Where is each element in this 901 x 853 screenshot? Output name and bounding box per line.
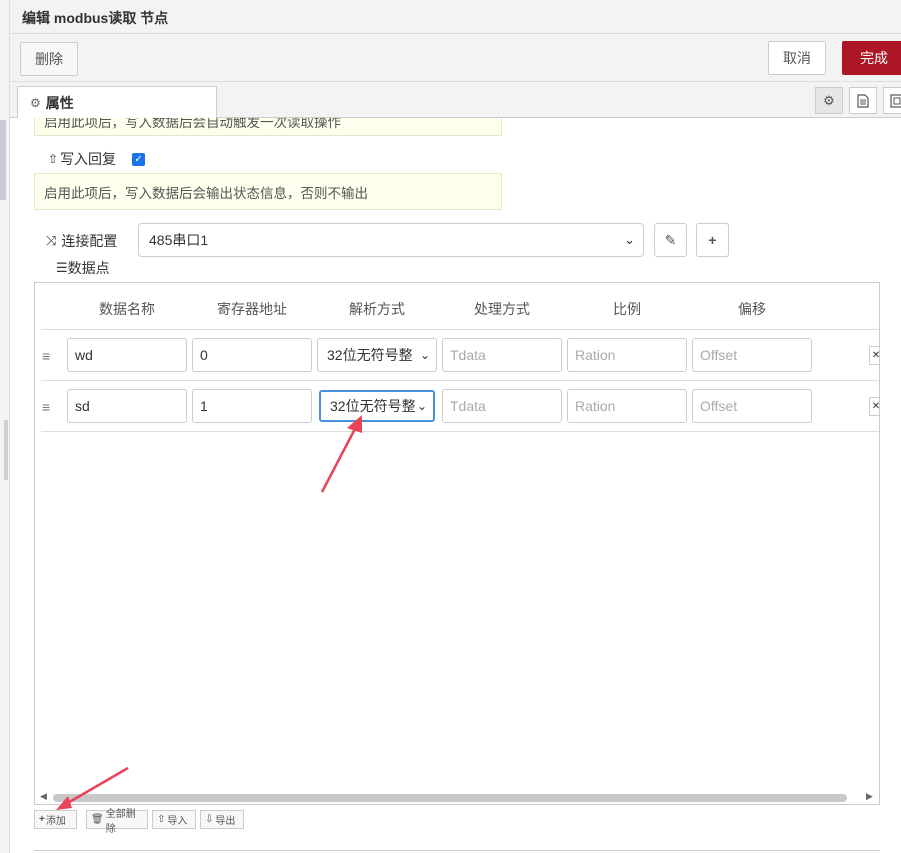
remove-row-icon[interactable]: ✕ — [869, 397, 879, 416]
remove-row-icon[interactable]: ✕ — [869, 346, 879, 365]
document-icon — [857, 93, 869, 108]
connection-select[interactable]: 485串口1 ⌄ — [138, 223, 644, 257]
add-connection-button[interactable]: + — [696, 223, 729, 257]
trash-icon: 🗑 — [91, 814, 104, 825]
upload-icon: ⇧ — [48, 152, 59, 166]
row-name-input[interactable]: sd — [67, 389, 187, 423]
list-icon: ☰ — [56, 260, 68, 275]
row-ratio-input[interactable]: Ration — [567, 389, 687, 423]
table-divider — [41, 431, 879, 432]
done-button[interactable]: 完成 — [842, 41, 901, 75]
export-button[interactable]: ⇩ 导出 — [200, 810, 244, 829]
background-editor-edge — [0, 0, 10, 853]
dialog-header: 编辑 modbus读取 节点 — [10, 0, 901, 34]
edit-connection-button[interactable]: ✎ — [654, 223, 687, 257]
connection-label: 连接配置 — [61, 233, 118, 249]
row-parse-value: 32位无符号整 — [330, 398, 416, 414]
chevron-down-icon: ⌄ — [624, 232, 635, 247]
tab-properties-label: 属性 — [45, 95, 74, 111]
chevron-down-icon: ⌄ — [416, 399, 427, 413]
node-edit-dialog: 编辑 modbus读取 节点 删除 取消 完成 ⚙ 属性 ⚙ 启用此项后，写入数… — [0, 0, 901, 853]
layout-icon — [890, 93, 901, 108]
write-reply-label: 写入回复 — [60, 151, 117, 167]
row-offset-input[interactable]: Offset — [692, 389, 812, 423]
column-header-ratio: 比例 — [613, 301, 641, 317]
row-parse-select[interactable]: 32位无符号整 ⌄ — [319, 390, 435, 422]
background-mark — [0, 120, 6, 200]
chevron-down-icon: ⌄ — [419, 348, 430, 362]
datapoints-label: 数据点 — [67, 260, 110, 276]
scroll-right-icon[interactable]: ▶ — [866, 791, 873, 802]
column-header-parse: 解析方式 — [349, 301, 405, 317]
row-process-input[interactable]: Tdata — [442, 338, 562, 372]
row-parse-value: 32位无符号整 — [327, 347, 413, 363]
row-address-input[interactable]: 1 — [192, 389, 312, 423]
row-ratio-input[interactable]: Ration — [567, 338, 687, 372]
row-process-input[interactable]: Tdata — [442, 389, 562, 423]
row-offset-input[interactable]: Offset — [692, 338, 812, 372]
table-divider — [41, 380, 879, 381]
connection-row: ⤨ 连接配置 — [46, 231, 117, 251]
scroll-left-icon[interactable]: ◀ — [40, 791, 47, 802]
row-name-input[interactable]: wd — [67, 338, 187, 372]
upload-icon: ⇧ — [157, 814, 166, 825]
horizontal-scrollbar[interactable]: ◀ ▶ — [35, 791, 879, 804]
delete-all-label: 全部删除 — [105, 808, 136, 835]
panel-bottom-divider — [34, 850, 880, 851]
plus-icon: + — [39, 814, 45, 825]
write-status-tip: 启用此项后，写入数据后会输出状态信息，否则不输出 — [34, 173, 502, 210]
add-row-label: 添加 — [45, 816, 66, 827]
delete-all-button[interactable]: 🗑 全部删除 — [86, 809, 148, 835]
download-icon: ⇩ — [205, 814, 214, 825]
description-tab-icon-button[interactable] — [849, 87, 877, 114]
gear-icon: ⚙ — [30, 96, 41, 110]
column-header-offset: 偏移 — [738, 301, 766, 317]
write-reply-row: ⇧ 写入回复 ✓ — [48, 149, 146, 169]
export-label: 导出 — [215, 816, 236, 827]
settings-tab-icon-button[interactable]: ⚙ — [815, 87, 843, 114]
import-label: 导入 — [167, 816, 188, 827]
column-header-name: 数据名称 — [99, 301, 155, 317]
appearance-tab-icon-button[interactable] — [883, 87, 901, 114]
datapoints-table: 数据名称 寄存器地址 解析方式 处理方式 比例 偏移 ≡ wd 0 32位无符号… — [34, 282, 880, 805]
tab-properties[interactable]: ⚙ 属性 — [17, 86, 217, 119]
import-button[interactable]: ⇧ 导入 — [152, 810, 196, 829]
dialog-toolbar: 删除 取消 完成 — [10, 34, 901, 82]
auto-read-tip: 启用此项后，写入数据后会自动触发一次读取操作 — [34, 118, 502, 136]
row-address-input[interactable]: 0 — [192, 338, 312, 372]
plus-icon: + — [708, 232, 717, 248]
row-parse-select[interactable]: 32位无符号整 ⌄ — [317, 338, 437, 372]
scrollbar-thumb[interactable] — [53, 794, 847, 802]
connection-select-value: 485串口1 — [149, 232, 209, 248]
shuffle-icon: ⤨ — [46, 233, 57, 248]
column-header-process: 处理方式 — [474, 301, 530, 317]
gear-icon: ⚙ — [823, 92, 835, 108]
cancel-button[interactable]: 取消 — [768, 41, 826, 75]
delete-button[interactable]: 删除 — [20, 42, 78, 76]
background-mark — [4, 420, 8, 480]
drag-handle-icon[interactable]: ≡ — [42, 349, 54, 363]
column-header-address: 寄存器地址 — [217, 301, 287, 317]
properties-panel: 启用此项后，写入数据后会自动触发一次读取操作 ⇧ 写入回复 ✓ 启用此项后，写入… — [10, 118, 901, 853]
dialog-title: 编辑 modbus读取 节点 — [22, 10, 169, 26]
write-reply-checkbox[interactable]: ✓ — [132, 152, 146, 166]
pencil-icon: ✎ — [664, 231, 677, 248]
tab-bar: ⚙ 属性 ⚙ — [10, 82, 901, 119]
table-divider — [41, 329, 879, 330]
datapoints-heading: ☰ 数据点 — [56, 258, 110, 278]
add-row-button[interactable]: + 添加 — [34, 810, 77, 829]
drag-handle-icon[interactable]: ≡ — [42, 400, 54, 414]
